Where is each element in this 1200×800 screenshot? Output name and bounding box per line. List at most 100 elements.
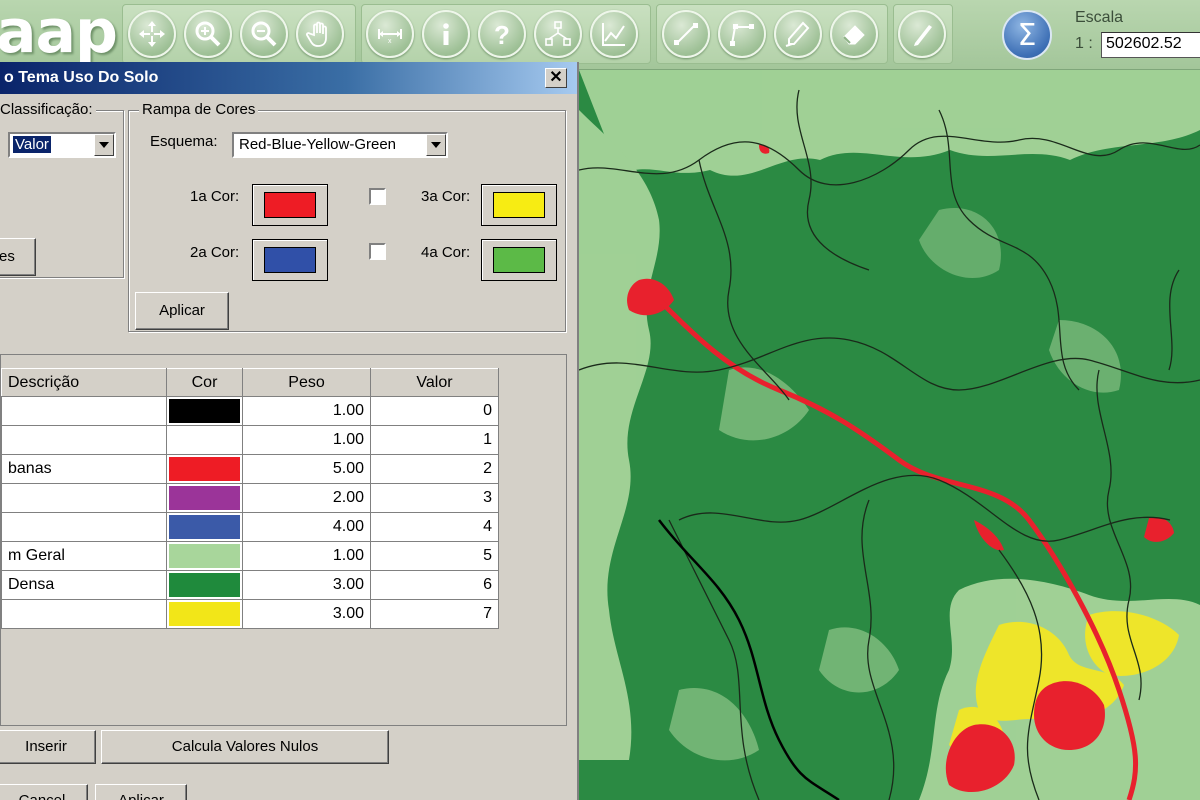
weight-cell[interactable]: 5.00 (242, 454, 371, 484)
weight-cell[interactable]: 1.00 (242, 425, 371, 455)
weight-cell[interactable]: 1.00 (242, 396, 371, 426)
color-cell[interactable] (166, 512, 243, 542)
table-row[interactable]: 4.00 4 (1, 512, 499, 542)
header-color[interactable]: Cor (166, 368, 243, 397)
color-cell[interactable] (166, 483, 243, 513)
cancel-button[interactable]: Cancel (0, 784, 88, 800)
color-cell[interactable] (166, 599, 243, 629)
ramp-apply-button[interactable]: Aplicar (135, 292, 229, 330)
classification-combo[interactable]: Valor (8, 132, 116, 158)
sum-button[interactable]: Σ (1002, 10, 1052, 60)
value-cell[interactable]: 1 (370, 425, 499, 455)
value-cell[interactable]: 6 (370, 570, 499, 600)
value-cell[interactable]: 3 (370, 483, 499, 513)
pan-icon (139, 21, 165, 47)
table-row[interactable]: 1.00 1 (1, 425, 499, 455)
zoom-in-button[interactable] (184, 10, 232, 58)
color-cell[interactable] (166, 541, 243, 571)
calc-null-values-button[interactable]: Calcula Valores Nulos (101, 730, 389, 764)
value-cell[interactable]: 0 (370, 396, 499, 426)
dialog-title: o Tema Uso Do Solo (0, 62, 577, 94)
weight-cell[interactable]: 3.00 (242, 570, 371, 600)
info-icon (443, 23, 449, 45)
description-cell[interactable] (1, 425, 167, 455)
scheme-label: Esquema: (150, 133, 218, 150)
color3-label: 3a Cor: (421, 188, 471, 205)
graph-button[interactable] (590, 10, 638, 58)
draw-line-icon (674, 23, 698, 45)
color1-button[interactable] (252, 184, 328, 226)
header-value[interactable]: Valor (370, 368, 499, 397)
weight-cell[interactable]: 4.00 (242, 512, 371, 542)
color-swatch (169, 428, 240, 452)
table-row[interactable]: Densa 3.00 6 (1, 570, 499, 600)
table-header-row: Descrição Cor Peso Valor (1, 368, 499, 397)
insert-button[interactable]: Inserir (0, 730, 96, 764)
description-cell[interactable]: Densa (1, 570, 167, 600)
color-cell[interactable] (166, 396, 243, 426)
table-row[interactable]: 3.00 7 (1, 599, 499, 629)
scheme-combo[interactable]: Red-Blue-Yellow-Green (232, 132, 448, 158)
draw-polyline-button[interactable] (718, 10, 766, 58)
header-description[interactable]: Descrição (1, 368, 167, 397)
land-use-map[interactable] (579, 70, 1200, 800)
pencil-icon (914, 25, 932, 46)
color-swatch (169, 399, 240, 423)
value-cell[interactable]: 2 (370, 454, 499, 484)
description-cell[interactable] (1, 396, 167, 426)
legend-table: Descrição Cor Peso Valor 1.00 0 1.00 1 banas… (1, 368, 499, 629)
color1-checkbox[interactable] (369, 188, 386, 205)
color-ramp-title: Rampa de Cores (139, 101, 259, 118)
edit-pencil-icon (785, 21, 810, 47)
table-row[interactable]: 1.00 0 (1, 396, 499, 426)
color3-button[interactable] (481, 184, 557, 226)
description-cell[interactable] (1, 599, 167, 629)
legend-table-body: 1.00 0 1.00 1 banas 5.00 2 2.00 3 4.00 4 m Geral 1.0… (1, 396, 499, 629)
weight-cell[interactable]: 2.00 (242, 483, 371, 513)
color2-button[interactable] (252, 239, 328, 281)
sigma-icon: Σ (1017, 17, 1037, 53)
table-row[interactable]: m Geral 1.00 5 (1, 541, 499, 571)
eraser-button[interactable] (830, 10, 878, 58)
color-cell[interactable] (166, 570, 243, 600)
measure-button[interactable]: x (366, 10, 414, 58)
scheme-value: Red-Blue-Yellow-Green (239, 136, 397, 153)
draw-line-button[interactable] (662, 10, 710, 58)
hand-button[interactable] (296, 10, 344, 58)
zoom-out-button[interactable] (240, 10, 288, 58)
description-cell[interactable]: banas (1, 454, 167, 484)
scale-input[interactable]: 502602.52 (1101, 32, 1200, 58)
chevron-down-icon[interactable] (426, 134, 446, 156)
chevron-down-icon[interactable] (94, 134, 114, 156)
color-cell[interactable] (166, 425, 243, 455)
color-swatch (169, 602, 240, 626)
description-cell[interactable] (1, 483, 167, 513)
table-row[interactable]: banas 5.00 2 (1, 454, 499, 484)
help-button[interactable]: ? (478, 10, 526, 58)
pencil-button[interactable] (898, 10, 946, 58)
app-logo: aap (0, 0, 118, 67)
color1-swatch (264, 192, 316, 218)
color4-button[interactable] (481, 239, 557, 281)
toolbar: aap x ? Σ Escala 1 : 502602.52 (0, 0, 1200, 70)
description-cell[interactable]: m Geral (1, 541, 167, 571)
classification-button[interactable]: es (0, 238, 36, 276)
color2-checkbox[interactable] (369, 243, 386, 260)
header-weight[interactable]: Peso (242, 368, 371, 397)
table-row[interactable]: 2.00 3 (1, 483, 499, 513)
info-button[interactable] (422, 10, 470, 58)
value-cell[interactable]: 4 (370, 512, 499, 542)
value-cell[interactable]: 7 (370, 599, 499, 629)
close-button[interactable]: ✕ (545, 68, 567, 88)
color-swatch (169, 515, 240, 539)
apply-button[interactable]: Aplicar (95, 784, 187, 800)
edit-pencil-button[interactable] (774, 10, 822, 58)
pan-tool-button[interactable] (128, 10, 176, 58)
color1-label: 1a Cor: (190, 188, 240, 205)
value-cell[interactable]: 5 (370, 541, 499, 571)
color-cell[interactable] (166, 454, 243, 484)
weight-cell[interactable]: 1.00 (242, 541, 371, 571)
weight-cell[interactable]: 3.00 (242, 599, 371, 629)
network-button[interactable] (534, 10, 582, 58)
description-cell[interactable] (1, 512, 167, 542)
